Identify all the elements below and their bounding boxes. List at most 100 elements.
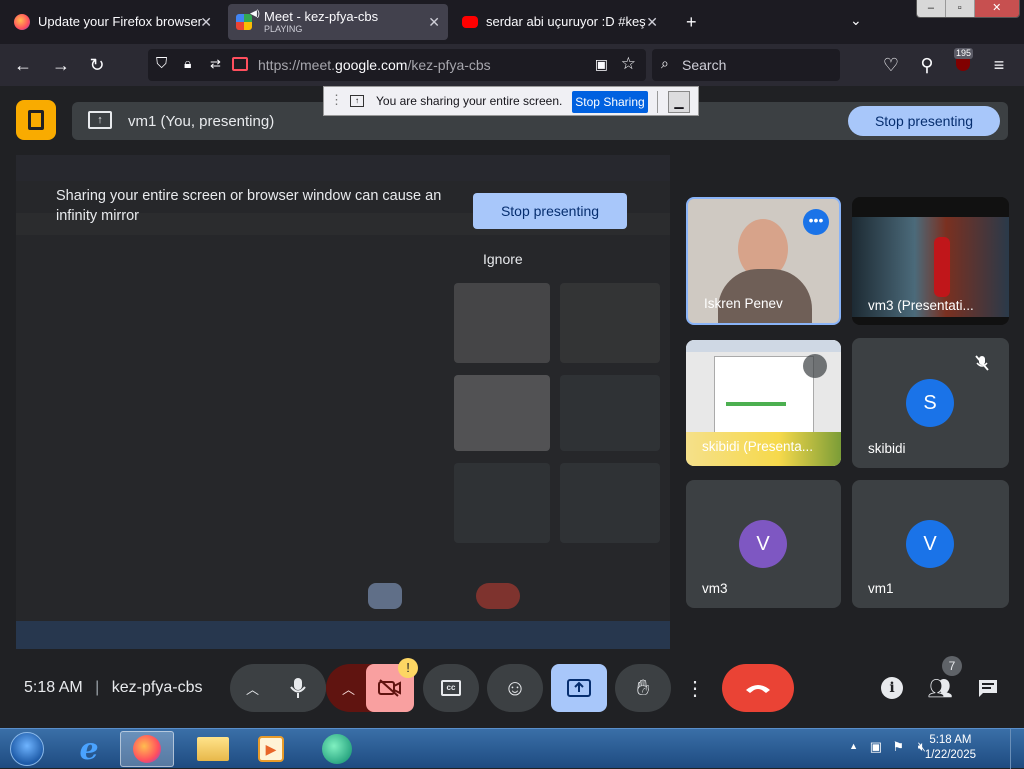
system-date: 1/22/2025 <box>924 749 976 761</box>
meeting-info: 5:18 AM | kez-pfya-cbs <box>24 679 203 696</box>
file-explorer-icon[interactable] <box>186 731 240 767</box>
close-icon[interactable]: ✕ <box>428 14 440 31</box>
mic-control-group: ︿ <box>230 664 326 712</box>
more-options-button[interactable]: ⋮ <box>679 664 711 712</box>
hangup-icon <box>746 685 770 693</box>
permissions-icon[interactable]: ⇄ <box>210 56 221 72</box>
app-icon[interactable] <box>310 731 364 767</box>
maximize-button[interactable]: ▫ <box>945 0 975 17</box>
lock-icon[interactable]: 🔒︎ <box>184 55 191 72</box>
tab-list-icon[interactable]: ⌄ <box>850 12 862 29</box>
mic-off-icon <box>803 354 827 378</box>
tab-youtube[interactable]: serdar abi uçuruyor :D #keşfet ✕ <box>454 4 666 40</box>
camera-control-group: ︿ ! <box>326 658 418 712</box>
search-icon: ⌕ <box>661 55 669 71</box>
stop-presenting-button[interactable]: Stop presenting <box>848 106 1000 136</box>
reader-view-icon[interactable]: ▣ <box>595 56 608 73</box>
reload-icon[interactable]: ↻ <box>86 54 108 76</box>
leave-call-button[interactable] <box>722 664 794 712</box>
tab-title: serdar abi uçuruyor :D #keşfet <box>486 15 646 29</box>
network-icon[interactable]: ▣ <box>870 739 882 755</box>
participant-tile-iskren[interactable]: ••• Iskren Penev <box>686 197 841 325</box>
participant-name: Iskren Penev <box>704 296 783 311</box>
show-desktop-button[interactable] <box>1010 729 1024 769</box>
chat-button[interactable] <box>972 664 1004 712</box>
system-clock[interactable]: 5:18 AM 1/22/2025 <box>925 733 976 763</box>
chat-icon <box>979 680 997 697</box>
shield-icon[interactable]: ⛉ <box>156 55 167 72</box>
mirror-image <box>16 155 670 649</box>
video-options-chevron-icon[interactable]: ︿ <box>342 679 355 698</box>
participant-tile-skibidi-presentation[interactable]: skibidi (Presenta... <box>686 340 841 466</box>
close-icon[interactable]: ✕ <box>200 14 212 31</box>
system-time: 5:18 AM <box>929 734 972 746</box>
meeting-code: kez-pfya-cbs <box>111 679 203 696</box>
hand-icon: ✋︎ <box>636 675 650 700</box>
search-bar[interactable]: ⌕ Search <box>652 49 840 81</box>
url-bar[interactable]: ⛉ 🔒︎ ⇄ https://meet.google.com/kez-pfya-… <box>148 49 646 81</box>
present-now-button[interactable] <box>551 664 607 712</box>
raise-hand-button[interactable]: ✋︎ <box>615 664 671 712</box>
firefox-icon <box>14 14 30 30</box>
blocked-count-badge: 195 <box>954 48 974 59</box>
bookmark-star-icon[interactable]: ☆ <box>621 54 636 74</box>
tab-firefox-update[interactable]: Update your Firefox browser ✕ <box>6 4 220 40</box>
menu-icon[interactable]: ≡ <box>988 54 1010 76</box>
tab-subtitle: PLAYING <box>264 24 303 34</box>
participant-tile-vm3[interactable]: V vm3 <box>686 480 841 608</box>
info-icon: i <box>881 677 903 699</box>
minimize-button[interactable]: – <box>917 0 946 17</box>
speaker-icon[interactable]: ◀) <box>250 8 260 19</box>
close-icon[interactable]: ✕ <box>646 14 658 31</box>
extensions-icon[interactable]: ⚲ <box>916 54 938 76</box>
url-text[interactable]: https://meet.google.com/kez-pfya-cbs <box>258 57 491 73</box>
show-hidden-icons[interactable]: ▲ <box>849 741 858 751</box>
internet-explorer-icon[interactable]: e <box>62 731 116 767</box>
participant-tile-vm3-presentation[interactable]: vm3 (Presentati... <box>852 197 1009 325</box>
mirror-stop-presenting-button[interactable]: Stop presenting <box>473 193 627 229</box>
captions-button[interactable]: cc <box>423 664 479 712</box>
tab-meet[interactable]: ◀) Meet - kez-pfya-cbs PLAYING ✕ <box>228 4 448 40</box>
screen-share-indicator-icon[interactable] <box>232 57 248 71</box>
youtube-icon <box>462 16 478 28</box>
minimize-banner-button[interactable]: ▁ <box>668 91 690 113</box>
new-tab-icon[interactable]: + <box>686 12 697 33</box>
firefox-taskbar-icon[interactable] <box>120 731 174 767</box>
meeting-details-button[interactable]: i <box>876 664 908 712</box>
more-vert-icon: ⋮ <box>685 677 705 700</box>
warning-icon: ! <box>398 658 418 678</box>
back-icon[interactable]: ← <box>12 54 34 76</box>
screen-share-icon: ↑ <box>350 95 364 107</box>
stop-sharing-button[interactable]: Stop Sharing <box>572 91 648 113</box>
infinity-mirror-message: Sharing your entire screen or browser wi… <box>56 188 442 224</box>
forward-icon[interactable]: → <box>50 54 72 76</box>
participant-name: vm3 <box>702 581 728 596</box>
present-screen-icon: ↑ <box>88 111 112 129</box>
people-button[interactable]: 👥︎ 7 <box>924 656 962 712</box>
screen-share-preview <box>16 155 670 649</box>
pocket-icon[interactable]: ♡ <box>880 54 902 76</box>
mirror-ignore-button[interactable]: Ignore <box>483 251 523 267</box>
participant-name: skibidi <box>868 441 906 456</box>
audio-options-chevron-icon[interactable]: ︿ <box>246 679 259 698</box>
close-window-button[interactable]: ✕ <box>974 0 1019 17</box>
participant-name: vm3 (Presentati... <box>868 298 974 313</box>
meeting-time: 5:18 AM <box>24 679 83 696</box>
people-icon: 👥︎ <box>927 677 953 700</box>
more-options-icon[interactable]: ••• <box>803 209 829 235</box>
windows-logo-icon <box>10 732 44 766</box>
drag-handle-icon[interactable]: ⋮ <box>330 92 343 108</box>
participant-tile-vm1[interactable]: V vm1 <box>852 480 1009 608</box>
microphone-button[interactable] <box>270 664 326 712</box>
emoji-reactions-button[interactable]: ☺ <box>487 664 543 712</box>
ublock-icon[interactable]: 195 <box>952 48 974 76</box>
microphone-icon <box>290 678 306 698</box>
windows-taskbar: e ▶ ▲ ▣ ⚑ 🔇︎ 5:18 AM 1/22/2025 <box>0 728 1024 769</box>
start-button[interactable] <box>4 729 48 769</box>
meet-logo-icon[interactable] <box>16 100 56 140</box>
action-center-flag-icon[interactable]: ⚑ <box>892 739 904 755</box>
media-player-icon[interactable]: ▶ <box>244 731 298 767</box>
participant-tile-skibidi[interactable]: S skibidi <box>852 338 1009 468</box>
avatar: S <box>906 379 954 427</box>
presenting-label: vm1 (You, presenting) <box>128 113 275 130</box>
